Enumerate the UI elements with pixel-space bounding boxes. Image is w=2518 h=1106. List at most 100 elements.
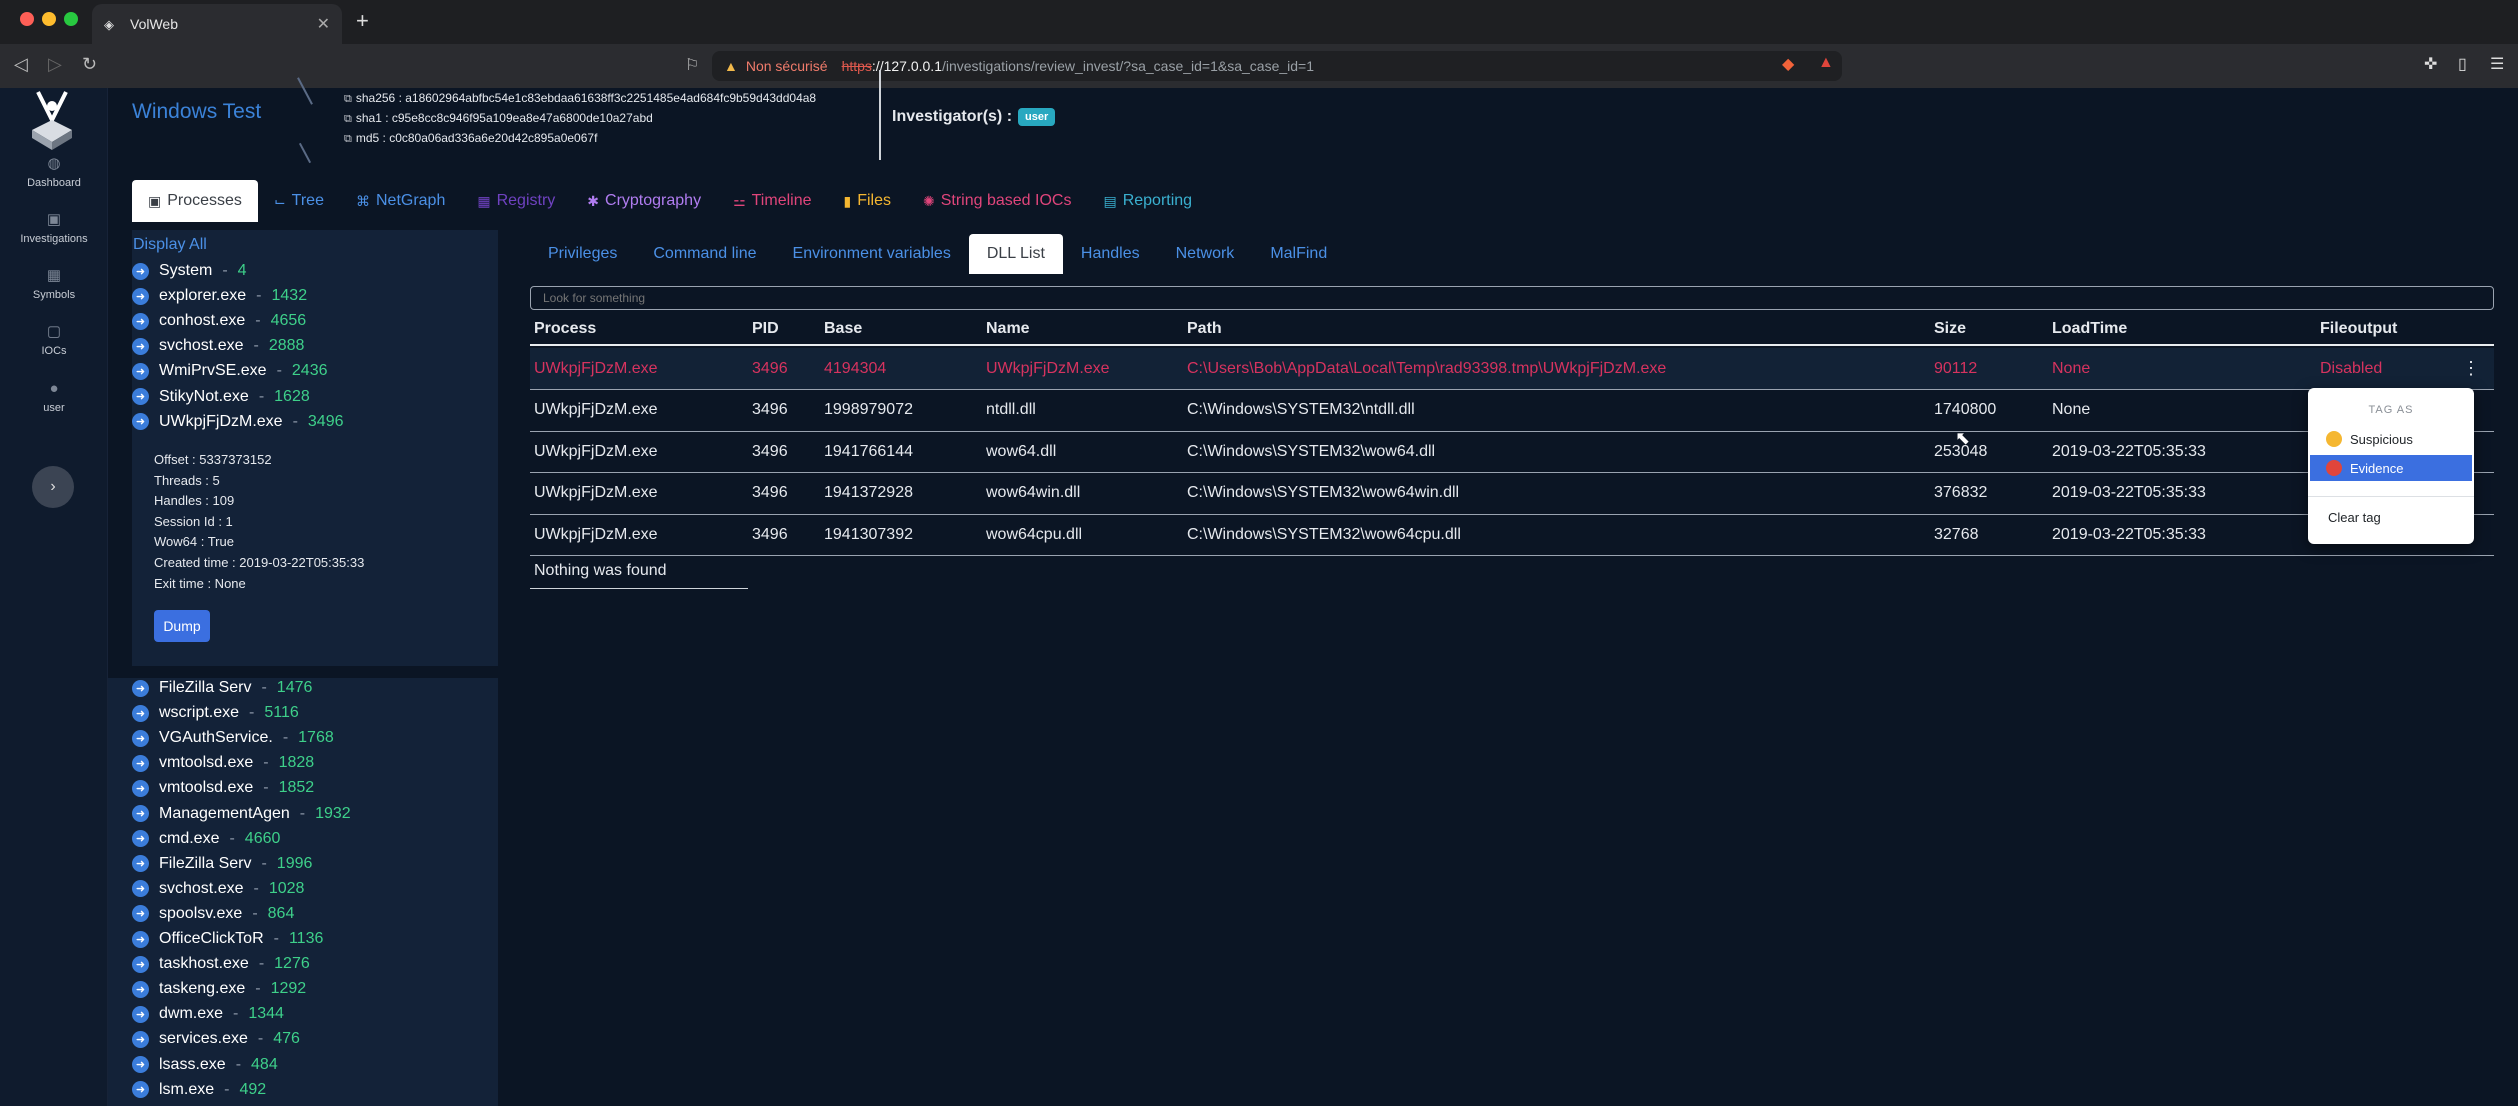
row-actions-icon[interactable]: ⋮: [2462, 348, 2480, 389]
process-item[interactable]: ➜ svchost.exe -2888: [132, 334, 304, 358]
table-row[interactable]: UWkpjFjDzM.exe 3496 4194304 UWkpjFjDzM.exe C…: [530, 348, 2494, 390]
reload-icon[interactable]: ↻: [82, 54, 97, 75]
process-item[interactable]: ➜ conhost.exe -4656: [132, 309, 306, 333]
column-header[interactable]: PID: [752, 314, 779, 344]
brave-shield-icon[interactable]: ◆: [1782, 54, 1794, 74]
column-header[interactable]: Base: [824, 314, 862, 344]
table-row[interactable]: UWkpjFjDzM.exe 3496 1941307392 wow64cpu.dll…: [530, 514, 2494, 557]
sha1-row[interactable]: ⧉ sha1 : c95e8cc8c946f95a109ea8e47a6800de…: [344, 109, 816, 129]
process-item[interactable]: ➜ wscript.exe -5116: [132, 701, 299, 725]
process-item[interactable]: ➜ cmd.exe -4660: [132, 827, 280, 851]
bookmark-icon[interactable]: ⚐: [685, 55, 699, 75]
tab-tree[interactable]: ⌙ Tree: [258, 180, 340, 222]
process-item[interactable]: ➜ StikyNot.exe -1628: [132, 385, 310, 409]
subtab-command-line[interactable]: Command line: [635, 234, 774, 274]
column-header[interactable]: Path: [1187, 314, 1222, 344]
expand-arrow-icon[interactable]: ➜: [132, 754, 149, 772]
tab-registry[interactable]: ▦ Registry: [461, 180, 571, 222]
new-tab-button[interactable]: +: [356, 8, 369, 34]
expand-arrow-icon[interactable]: ➜: [132, 930, 149, 948]
subtab-dll-list[interactable]: DLL List: [968, 234, 1063, 274]
window-maximize-button[interactable]: [64, 12, 78, 26]
rail-symbols[interactable]: ▦ Symbols: [0, 266, 108, 301]
expand-arrow-icon[interactable]: ➜: [132, 1030, 149, 1048]
dll-search-input[interactable]: [530, 286, 2494, 310]
subtab-malfind[interactable]: MalFind: [1252, 234, 1345, 274]
process-item[interactable]: ➜ taskhost.exe -1276: [132, 952, 310, 976]
expand-arrow-icon[interactable]: ➜: [132, 1081, 149, 1099]
forward-icon[interactable]: ▷: [48, 54, 62, 75]
process-item[interactable]: ➜ ManagementAgen -1932: [132, 802, 351, 826]
process-item[interactable]: ➜ services.exe -476: [132, 1027, 300, 1051]
column-header[interactable]: Name: [986, 314, 1030, 344]
expand-arrow-icon[interactable]: ➜: [132, 729, 149, 747]
clear-tag-option[interactable]: Clear tag: [2328, 510, 2381, 525]
copy-icon[interactable]: ⧉: [344, 93, 352, 105]
window-close-button[interactable]: [20, 12, 34, 26]
brave-rewards-icon[interactable]: ▲: [1818, 54, 1834, 72]
expand-arrow-icon[interactable]: ➜: [132, 287, 149, 305]
expand-arrow-icon[interactable]: ➜: [132, 905, 149, 923]
display-all-link[interactable]: Display All: [133, 236, 207, 254]
process-item[interactable]: ➜ UWkpjFjDzM.exe -3496: [132, 410, 343, 434]
subtab-privileges[interactable]: Privileges: [530, 234, 635, 274]
expand-arrow-icon[interactable]: ➜: [132, 980, 149, 998]
url-field[interactable]: ▲ Non sécurisé https ://127.0.0.1 /inves…: [712, 51, 1842, 81]
rail-expand-button[interactable]: ›: [32, 466, 74, 508]
process-item[interactable]: ➜ spoolsv.exe -864: [132, 902, 294, 926]
tab-netgraph[interactable]: ⌘ NetGraph: [340, 180, 461, 222]
process-item[interactable]: ➜ lsass.exe -484: [132, 1053, 278, 1077]
process-item[interactable]: ➜ svchost.exe -1028: [132, 877, 304, 901]
process-item[interactable]: ➜ FileZilla Serv -1996: [132, 852, 312, 876]
process-item[interactable]: ➜ dwm.exe -1344: [132, 1002, 284, 1026]
back-icon[interactable]: ◁: [14, 54, 28, 75]
menu-icon[interactable]: ☰: [2490, 54, 2504, 74]
tab-string-based-iocs[interactable]: ✺ String based IOCs: [907, 180, 1087, 222]
expand-arrow-icon[interactable]: ➜: [132, 880, 149, 898]
subtab-handles[interactable]: Handles: [1063, 234, 1158, 274]
process-item[interactable]: ➜ vmtoolsd.exe -1828: [132, 751, 314, 775]
dump-button[interactable]: Dump: [154, 610, 210, 642]
expand-arrow-icon[interactable]: ➜: [132, 1005, 149, 1023]
tab-processes[interactable]: ▣ Processes: [132, 180, 258, 222]
copy-icon[interactable]: ⧉: [344, 113, 352, 125]
table-row[interactable]: UWkpjFjDzM.exe 3496 1998979072 ntdll.dll C:\…: [530, 390, 2494, 432]
rail-user[interactable]: ● user: [0, 380, 108, 414]
sha256-row[interactable]: ⧉ sha256 : a18602964abfbc54e1c83ebdaa6163…: [344, 89, 816, 109]
column-header[interactable]: Process: [534, 314, 596, 344]
browser-tab-volweb[interactable]: ◈ VolWeb ✕: [92, 4, 342, 44]
process-item[interactable]: ➜ System -4: [132, 259, 247, 283]
expand-arrow-icon[interactable]: ➜: [132, 1056, 149, 1073]
window-minimize-button[interactable]: [42, 12, 56, 26]
tab-close-icon[interactable]: ✕: [317, 14, 330, 34]
tab-reporting[interactable]: ▤ Reporting: [1087, 180, 1208, 222]
expand-arrow-icon[interactable]: ➜: [132, 955, 149, 973]
expand-arrow-icon[interactable]: ➜: [132, 679, 149, 697]
column-header[interactable]: LoadTime: [2052, 314, 2127, 344]
process-item[interactable]: ➜ explorer.exe -1432: [132, 284, 307, 308]
table-row[interactable]: UWkpjFjDzM.exe 3496 1941372928 wow64win.dll…: [530, 473, 2494, 515]
expand-arrow-icon[interactable]: ➜: [132, 262, 149, 280]
process-item[interactable]: ➜ OfficeClickToR -1136: [132, 927, 323, 951]
process-item[interactable]: ➜ vmtoolsd.exe -1852: [132, 776, 314, 800]
extensions-icon[interactable]: ✜: [2424, 54, 2437, 74]
table-row[interactable]: UWkpjFjDzM.exe 3496 1941766144 wow64.dll C:\…: [530, 431, 2494, 474]
tab-timeline[interactable]: ⚍ Timeline: [717, 180, 827, 222]
column-header[interactable]: Fileoutput: [2320, 314, 2397, 344]
tag-suspicious-option[interactable]: Suspicious: [2310, 426, 2472, 452]
expand-arrow-icon[interactable]: ➜: [132, 413, 149, 431]
process-item[interactable]: ➜ FileZilla Serv -1476: [132, 676, 312, 700]
sidebar-toggle-icon[interactable]: ▯: [2458, 54, 2467, 74]
expand-arrow-icon[interactable]: ➜: [132, 704, 149, 722]
column-header[interactable]: Size: [1934, 314, 1966, 344]
expand-arrow-icon[interactable]: ➜: [132, 337, 149, 355]
rail-dashboard[interactable]: ◍ Dashboard: [0, 154, 108, 189]
process-item[interactable]: ➜ lsm.exe -492: [132, 1078, 266, 1102]
expand-arrow-icon[interactable]: ➜: [132, 779, 149, 797]
subtab-environment-variables[interactable]: Environment variables: [775, 234, 969, 274]
subtab-network[interactable]: Network: [1158, 234, 1253, 274]
process-item[interactable]: ➜ VGAuthService. -1768: [132, 726, 334, 750]
expand-arrow-icon[interactable]: ➜: [132, 388, 149, 405]
expand-arrow-icon[interactable]: ➜: [132, 312, 149, 330]
expand-arrow-icon[interactable]: ➜: [132, 805, 149, 822]
